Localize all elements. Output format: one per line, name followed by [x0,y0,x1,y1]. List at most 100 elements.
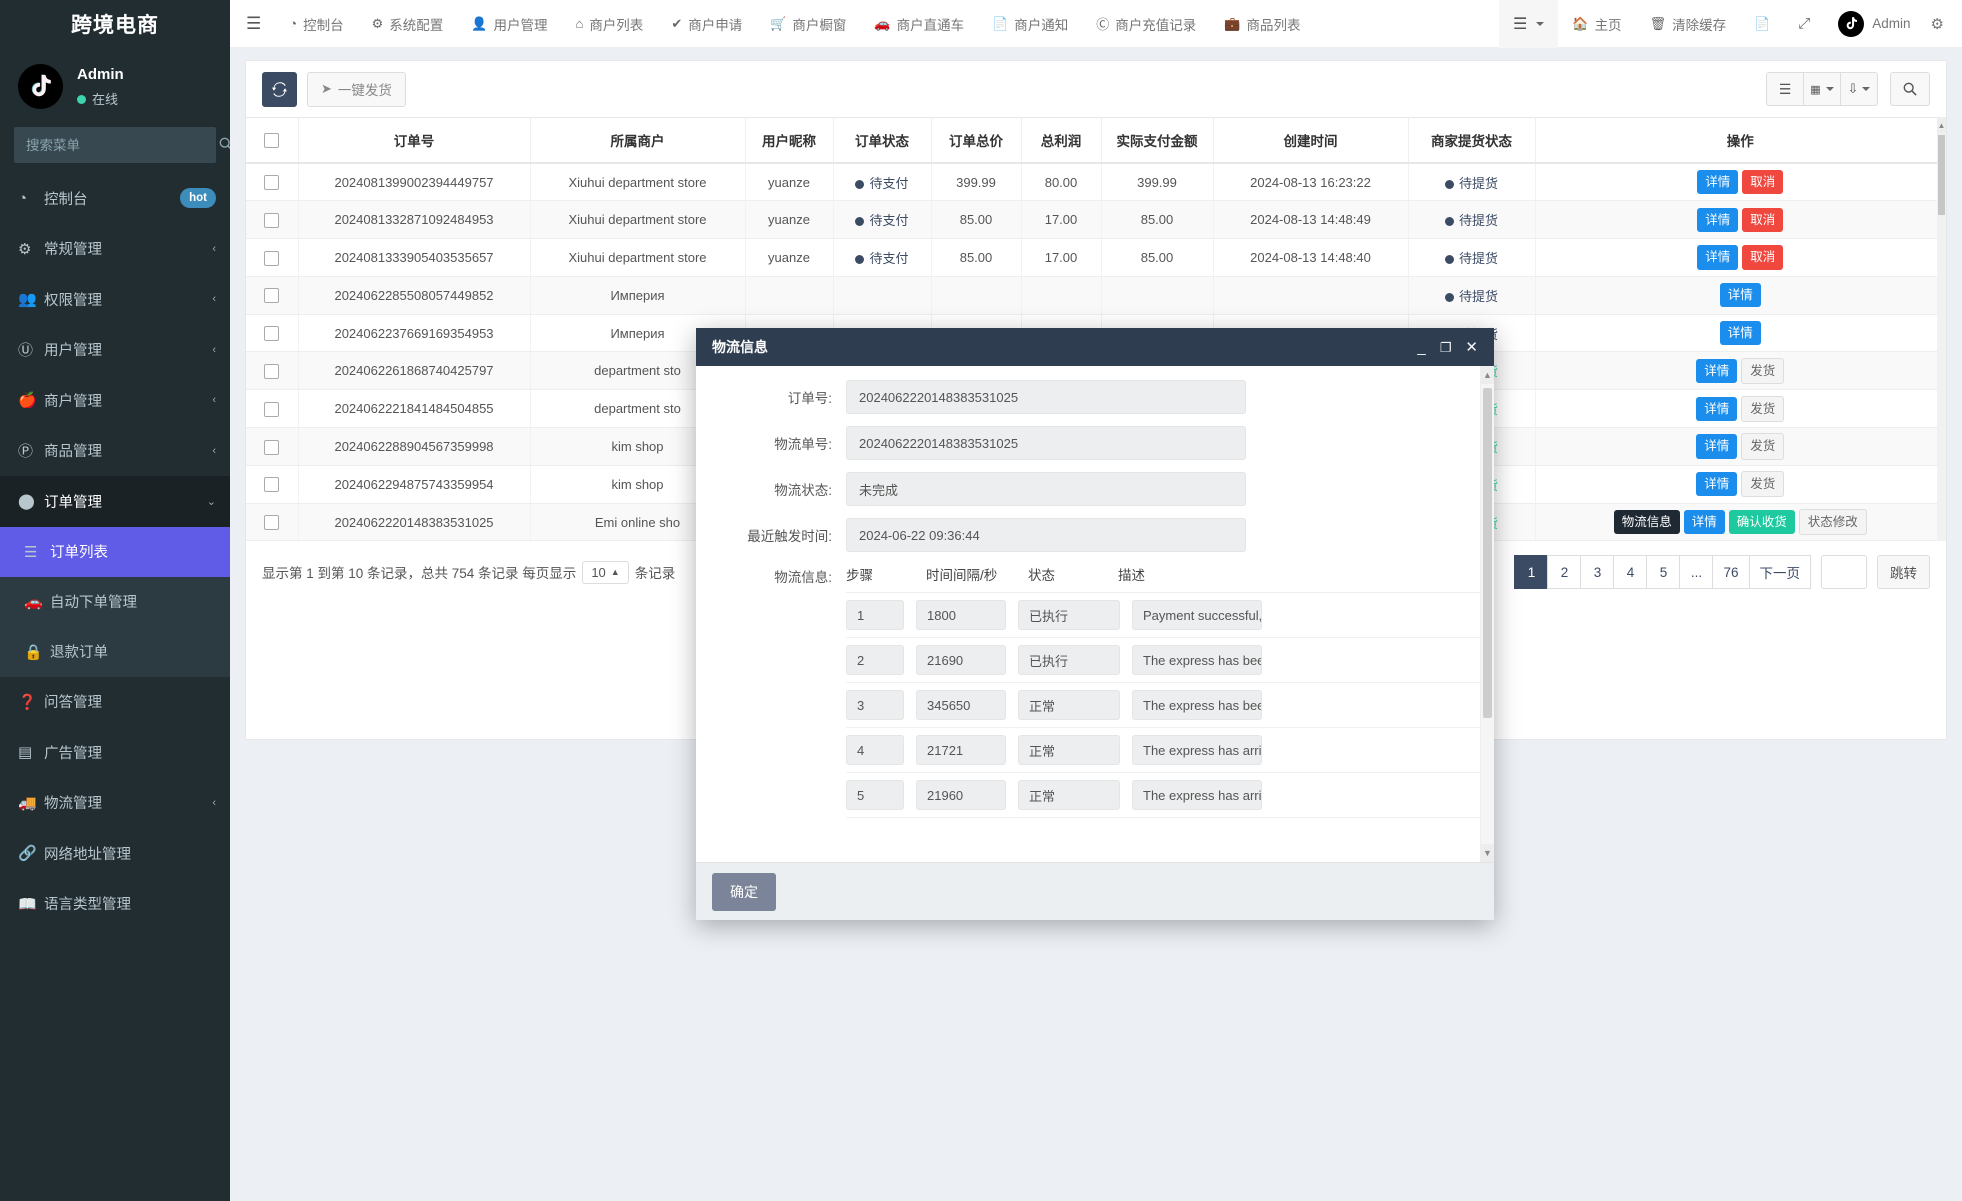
field-value[interactable]: 2024062220148383531025 [846,426,1246,460]
nav-link-4[interactable]: ✔ 商户申请 [657,0,756,48]
next-page-button[interactable]: 下一页 [1748,555,1811,590]
page-button-4[interactable]: 5 [1646,555,1681,590]
row-checkbox-cell[interactable] [246,238,299,277]
search-toggle-button[interactable] [1890,72,1930,106]
field-value[interactable]: 未完成 [846,472,1246,506]
sidebar-item-13[interactable]: 🔗 网络地址管理 [0,828,230,879]
scroll-down-arrow-icon[interactable]: ▼ [1481,844,1494,862]
modal-scrollbar[interactable]: ▲ ▼ [1480,366,1494,862]
sidebar-item-1[interactable]: ⚙ 常规管理 ‹ [0,224,230,275]
page-button-5[interactable]: ... [1679,555,1714,590]
log-desc[interactable]: Payment successful, w [1132,600,1262,630]
close-icon[interactable]: ✕ [1465,340,1478,355]
page-button-1[interactable]: 2 [1547,555,1582,590]
nav-link-7[interactable]: 📄 商户通知 [978,0,1082,48]
page-button-0[interactable]: 1 [1514,555,1549,590]
page-button-2[interactable]: 3 [1580,555,1615,590]
row-action-button[interactable]: 详情 [1683,510,1725,535]
field-value[interactable]: 2024062220148383531025 [846,380,1246,414]
row-action-button[interactable]: 详情 [1697,207,1739,232]
search-input[interactable] [14,137,215,153]
scrollbar-thumb[interactable] [1938,135,1945,215]
row-checkbox-cell[interactable] [246,427,299,466]
log-step[interactable]: 2 [846,645,904,675]
row-checkbox-cell[interactable] [246,503,299,542]
nav-link-9[interactable]: 💼 商品列表 [1210,0,1314,48]
row-checkbox[interactable] [264,250,280,266]
log-status[interactable]: 正常 [1018,780,1120,810]
table-row[interactable]: 2024081333905403535657 Xiuhui department … [246,238,1946,277]
row-action-button[interactable]: 物流信息 [1613,510,1680,535]
notes-button[interactable]: 📄 [1740,0,1784,48]
row-action-button[interactable]: 状态修改 [1798,509,1867,536]
sidebar-search[interactable] [14,127,230,163]
sidebar-item-5[interactable]: Ⓟ 商品管理 ‹ [0,426,230,477]
row-checkbox-cell[interactable] [246,200,299,240]
log-interval[interactable]: 1800 [916,600,1006,630]
sidebar-item-2[interactable]: 👥 权限管理 ‹ [0,274,230,325]
table-row[interactable]: 2024081332871092484953 Xiuhui department … [246,200,1946,240]
row-checkbox-cell[interactable] [246,276,299,315]
row-checkbox[interactable] [264,439,280,455]
nav-link-2[interactable]: 👤 用户管理 [457,0,561,48]
row-action-button[interactable]: 详情 [1696,358,1738,383]
row-checkbox[interactable] [264,175,280,191]
sidebar-item-4[interactable]: 🍎 商户管理 ‹ [0,375,230,426]
scroll-up-arrow-icon[interactable]: ▲ [1481,366,1494,384]
row-action-button[interactable]: 确认收货 [1728,510,1795,535]
sidebar-item-12[interactable]: 🚚 物流管理 ‹ [0,778,230,829]
row-checkbox-cell[interactable] [246,465,299,504]
log-desc[interactable]: The express has been [1132,645,1262,675]
row-action-button[interactable]: 发货 [1741,395,1785,422]
row-checkbox-cell[interactable] [246,314,299,353]
log-interval[interactable]: 345650 [916,690,1006,720]
log-step[interactable]: 3 [846,690,904,720]
row-checkbox[interactable] [264,477,280,493]
row-checkbox[interactable] [264,515,280,531]
log-interval[interactable]: 21721 [916,735,1006,765]
row-checkbox-cell[interactable] [246,163,299,202]
nav-link-8[interactable]: Ⓒ 商户充值记录 [1082,0,1210,48]
log-step[interactable]: 4 [846,735,904,765]
row-checkbox[interactable] [264,288,280,304]
table-row[interactable]: 2024081399002394449757 Xiuhui department … [246,163,1946,202]
maximize-icon[interactable]: ❐ [1440,341,1452,354]
row-action-button[interactable]: 详情 [1719,283,1761,308]
log-desc[interactable]: The express has arrive [1132,780,1262,810]
nav-link-1[interactable]: ⚙ 系统配置 [358,0,458,48]
sidebar-item-14[interactable]: 📖 语言类型管理 [0,879,230,930]
select-all-checkbox[interactable] [264,132,280,148]
sidebar-item-6[interactable]: ⬤ 订单管理 ⌄ [0,476,230,527]
admin-menu[interactable]: Admin [1824,0,1924,48]
sidebar-toggle-icon[interactable]: ☰ [230,14,275,34]
refresh-button[interactable] [262,71,297,107]
row-action-button[interactable]: 发货 [1741,433,1785,460]
field-value[interactable]: 2024-06-22 09:36:44 [846,518,1246,552]
row-checkbox[interactable] [264,326,280,342]
log-step[interactable]: 5 [846,780,904,810]
oneclick-ship-button[interactable]: ➤ 一键发货 [307,71,406,107]
scroll-up-arrow-icon[interactable]: ▲ [1937,117,1946,133]
nav-link-0[interactable]: ◔ 控制台 [275,0,357,48]
log-interval[interactable]: 21960 [916,780,1006,810]
home-button[interactable]: 🏠 主页 [1558,0,1635,48]
page-button-6[interactable]: 76 [1712,555,1750,590]
row-action-button[interactable]: 详情 [1719,321,1761,346]
log-desc[interactable]: The express has been [1132,690,1262,720]
table-row[interactable]: 2024062285508057449852 Империя 待提货 详情 [246,276,1946,315]
row-action-button[interactable]: 发货 [1741,471,1785,498]
sidebar-item-11[interactable]: ▤ 广告管理 [0,727,230,778]
log-step[interactable]: 1 [846,600,904,630]
sidebar-item-7[interactable]: ☰ 订单列表 [0,526,230,577]
log-desc[interactable]: The express has arrive [1132,735,1262,765]
log-status[interactable]: 已执行 [1018,645,1120,675]
sidebar-item-9[interactable]: 🔒 退款订单 [0,626,230,677]
row-action-button[interactable]: 发货 [1741,357,1785,384]
row-action-button[interactable]: 详情 [1696,396,1738,421]
row-action-button[interactable]: 取消 [1742,170,1784,195]
table-scrollbar[interactable]: ▲ [1937,117,1946,542]
nav-link-5[interactable]: 🛒 商户橱窗 [756,0,860,48]
log-status[interactable]: 已执行 [1018,600,1120,630]
modal-scrollbar-thumb[interactable] [1483,388,1492,718]
sidebar-item-3[interactable]: Ⓤ 用户管理 ‹ [0,325,230,376]
